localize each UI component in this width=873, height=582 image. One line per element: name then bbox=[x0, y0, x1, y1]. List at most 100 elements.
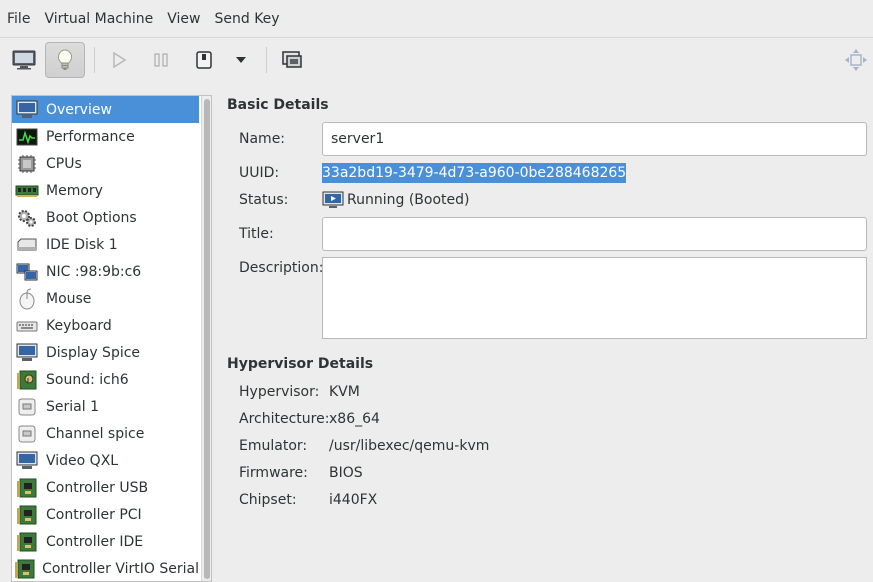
run-button[interactable] bbox=[99, 42, 139, 78]
architecture-label: Architecture: bbox=[239, 411, 330, 427]
menu-view[interactable]: View bbox=[160, 0, 207, 38]
sidebar-item-label: Serial 1 bbox=[46, 398, 99, 415]
shutdown-menu-button[interactable] bbox=[221, 42, 261, 78]
pause-button[interactable] bbox=[141, 42, 181, 78]
sidebar-item-label: IDE Disk 1 bbox=[46, 236, 118, 253]
boot-options-icon bbox=[14, 207, 40, 229]
sidebar-item-controller-usb[interactable]: Controller USB bbox=[12, 474, 199, 501]
hypervisor-details-title: Hypervisor Details bbox=[227, 356, 374, 372]
firmware-value: BIOS bbox=[329, 465, 363, 481]
toolbar-separator bbox=[266, 47, 267, 73]
sound-icon bbox=[14, 369, 40, 391]
controller-icon bbox=[14, 531, 40, 553]
sidebar-item-channel-spice[interactable]: Channel spice bbox=[12, 420, 199, 447]
sidebar-item-label: Controller VirtIO Serial bbox=[42, 560, 199, 577]
hypervisor-value: KVM bbox=[329, 384, 360, 400]
sidebar-scrollbar[interactable] bbox=[201, 96, 211, 581]
mouse-icon bbox=[14, 288, 40, 310]
fullscreen-button[interactable] bbox=[836, 42, 873, 78]
sidebar-item-label: NIC :98:9b:c6 bbox=[46, 263, 142, 280]
menu-send-key[interactable]: Send Key bbox=[207, 0, 286, 38]
sidebar-item-label: Video QXL bbox=[46, 452, 119, 469]
sidebar-item-serial-1[interactable]: Serial 1 bbox=[12, 393, 199, 420]
status-value: Running (Booted) bbox=[347, 192, 470, 208]
description-field[interactable] bbox=[322, 257, 867, 339]
title-label: Title: bbox=[239, 226, 274, 242]
sidebar-item-label: Controller IDE bbox=[46, 533, 144, 550]
display-icon bbox=[14, 342, 40, 364]
sidebar-item-label: Keyboard bbox=[46, 317, 112, 334]
architecture-value: x86_64 bbox=[329, 411, 380, 427]
sidebar-item-label: CPUs bbox=[46, 155, 82, 172]
overview-icon bbox=[14, 99, 40, 121]
sidebar-item-controller-pci[interactable]: Controller PCI bbox=[12, 501, 199, 528]
controller-icon bbox=[14, 558, 36, 580]
sidebar-item-label: Channel spice bbox=[46, 425, 145, 442]
pause-icon bbox=[154, 53, 168, 67]
sidebar-item-keyboard[interactable]: Keyboard bbox=[12, 312, 199, 339]
channel-icon bbox=[14, 423, 40, 445]
menu-virtual-machine[interactable]: Virtual Machine bbox=[37, 0, 160, 38]
memory-icon bbox=[14, 180, 40, 202]
performance-icon bbox=[14, 126, 40, 148]
hardware-list: Overview Performance CPUs Memory Boot Op… bbox=[11, 95, 212, 582]
emulator-label: Emulator: bbox=[239, 438, 308, 454]
disk-icon bbox=[14, 234, 40, 256]
emulator-value: /usr/libexec/qemu-kvm bbox=[329, 438, 490, 454]
sidebar-item-memory[interactable]: Memory bbox=[12, 177, 199, 204]
shutdown-icon bbox=[196, 51, 212, 69]
sidebar-item-overview[interactable]: Overview bbox=[12, 96, 199, 123]
chipset-label: Chipset: bbox=[239, 492, 297, 508]
sidebar-item-display-spice[interactable]: Display Spice bbox=[12, 339, 199, 366]
console-button[interactable] bbox=[4, 42, 44, 78]
name-field[interactable] bbox=[322, 122, 867, 156]
uuid-value[interactable]: 33a2bd19-3479-4d73-a960-0be288468265 bbox=[322, 163, 627, 183]
details-button[interactable] bbox=[45, 42, 85, 78]
keyboard-icon bbox=[14, 315, 40, 337]
sidebar-item-ide-disk-1[interactable]: IDE Disk 1 bbox=[12, 231, 199, 258]
video-icon bbox=[14, 450, 40, 472]
sidebar-item-performance[interactable]: Performance bbox=[12, 123, 199, 150]
run-icon bbox=[113, 51, 127, 69]
sidebar-item-mouse[interactable]: Mouse bbox=[12, 285, 199, 312]
chevron-down-icon bbox=[236, 57, 246, 63]
firmware-label: Firmware: bbox=[239, 465, 308, 481]
shutdown-button[interactable] bbox=[184, 42, 224, 78]
sidebar-item-label: Display Spice bbox=[46, 344, 141, 361]
menubar: File Virtual Machine View Send Key bbox=[0, 0, 873, 38]
controller-icon bbox=[14, 504, 40, 526]
hypervisor-label: Hypervisor: bbox=[239, 384, 320, 400]
sidebar-item-label: Performance bbox=[46, 128, 135, 145]
name-label: Name: bbox=[239, 131, 286, 147]
snapshot-button[interactable] bbox=[272, 42, 312, 78]
sidebar-item-label: Mouse bbox=[46, 290, 92, 307]
sidebar-item-video-qxl[interactable]: Video QXL bbox=[12, 447, 199, 474]
sidebar-item-sound[interactable]: Sound: ich6 bbox=[12, 366, 199, 393]
toolbar-separator bbox=[94, 47, 95, 73]
details-icon bbox=[58, 49, 72, 70]
controller-icon bbox=[14, 477, 40, 499]
uuid-label: UUID: bbox=[239, 165, 280, 181]
console-icon bbox=[12, 50, 36, 70]
toolbar bbox=[0, 39, 873, 83]
basic-details-title: Basic Details bbox=[227, 97, 329, 113]
title-field[interactable] bbox=[322, 217, 867, 251]
sidebar-item-nic[interactable]: NIC :98:9b:c6 bbox=[12, 258, 199, 285]
snapshot-icon bbox=[282, 51, 302, 68]
sidebar-item-label: Controller USB bbox=[46, 479, 149, 496]
sidebar-item-controller-virtio-serial[interactable]: Controller VirtIO Serial bbox=[12, 555, 199, 581]
sidebar-item-controller-ide[interactable]: Controller IDE bbox=[12, 528, 199, 555]
sidebar-item-label: Memory bbox=[46, 182, 103, 199]
sidebar-item-boot-options[interactable]: Boot Options bbox=[12, 204, 199, 231]
cpu-icon bbox=[14, 153, 40, 175]
sidebar-item-cpus[interactable]: CPUs bbox=[12, 150, 199, 177]
hardware-list-items: Overview Performance CPUs Memory Boot Op… bbox=[12, 96, 199, 581]
serial-icon bbox=[14, 396, 40, 418]
menu-file[interactable]: File bbox=[0, 0, 37, 38]
sidebar-item-label: Boot Options bbox=[46, 209, 137, 226]
fullscreen-icon bbox=[845, 49, 867, 71]
status-label: Status: bbox=[239, 192, 289, 208]
sidebar-scroll-thumb[interactable] bbox=[204, 99, 210, 579]
description-label: Description: bbox=[239, 260, 324, 276]
chipset-value: i440FX bbox=[329, 492, 378, 508]
